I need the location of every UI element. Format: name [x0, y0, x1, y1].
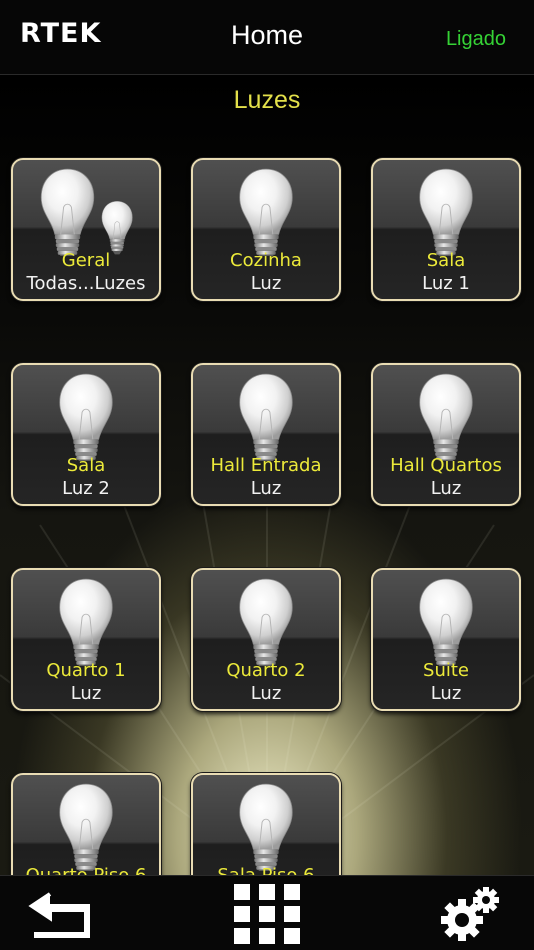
tile-type: Luz [430, 683, 462, 704]
tile-name: Hall Quartos [390, 455, 502, 476]
light-tile-sala-2[interactable]: Sala Luz 2 [11, 363, 161, 506]
tile-type: Luz 1 [422, 273, 470, 294]
tile-name: Quarto Piso 6 [13, 865, 159, 875]
back-arrow-icon[interactable] [28, 882, 100, 944]
tile-type: Luz [250, 478, 282, 499]
tile-name: Geral [61, 250, 111, 271]
light-tile-cozinha[interactable]: Cozinha Luz [191, 158, 341, 301]
tile-name: Sala [426, 250, 466, 271]
connection-status: Ligado [445, 28, 506, 50]
tile-type: Luz [250, 273, 282, 294]
lights-panel: Luzes Geral Todas...Luzes Cozinha Luz Sa… [0, 75, 534, 875]
lightbulb-icon [59, 783, 113, 871]
tile-name: Quarto 1 [46, 660, 126, 681]
tile-type: Todas...Luzes [26, 273, 146, 294]
gears-icon[interactable] [440, 882, 502, 944]
lightbulb-icon [239, 373, 293, 461]
light-tile-suite[interactable]: Suite Luz [371, 568, 521, 711]
lightbulb-icon [419, 578, 473, 666]
tile-name: Sala [66, 455, 106, 476]
lightbulb-icon [59, 373, 113, 461]
light-tile-sala-1[interactable]: Sala Luz 1 [371, 158, 521, 301]
light-tile-hall-entrada[interactable]: Hall Entrada Luz [191, 363, 341, 506]
lightbulb-icon [419, 168, 473, 256]
light-tile-sala-piso-6[interactable]: Sala Piso 6 [191, 773, 341, 875]
tile-name: Sala Piso 6 [193, 865, 339, 875]
tile-type: Luz [70, 683, 102, 704]
lightbulb-icon [239, 783, 293, 871]
light-tile-geral[interactable]: Geral Todas...Luzes [11, 158, 161, 301]
tile-name: Hall Entrada [210, 455, 322, 476]
lightbulb-icon [239, 578, 293, 666]
double-lightbulb-icon [40, 168, 133, 256]
tile-name: Cozinha [230, 250, 302, 271]
light-tile-quarto-2[interactable]: Quarto 2 Luz [191, 568, 341, 711]
tile-type: Luz [250, 683, 282, 704]
tile-type: Luz [430, 478, 462, 499]
tile-name: Suite [423, 660, 469, 681]
tile-type: Luz 2 [62, 478, 110, 499]
bottom-nav-bar [0, 875, 534, 950]
lightbulb-icon [59, 578, 113, 666]
tile-name: Quarto 2 [226, 660, 306, 681]
light-tile-quarto-piso-6[interactable]: Quarto Piso 6 [11, 773, 161, 875]
section-title: Luzes [233, 86, 301, 114]
header-bar: RTEK Home Ligado [0, 0, 534, 75]
grid-menu-icon[interactable] [232, 882, 302, 946]
lightbulb-icon [239, 168, 293, 256]
light-tile-hall-quartos[interactable]: Hall Quartos Luz [371, 363, 521, 506]
lightbulb-icon [419, 373, 473, 461]
light-tile-quarto-1[interactable]: Quarto 1 Luz [11, 568, 161, 711]
